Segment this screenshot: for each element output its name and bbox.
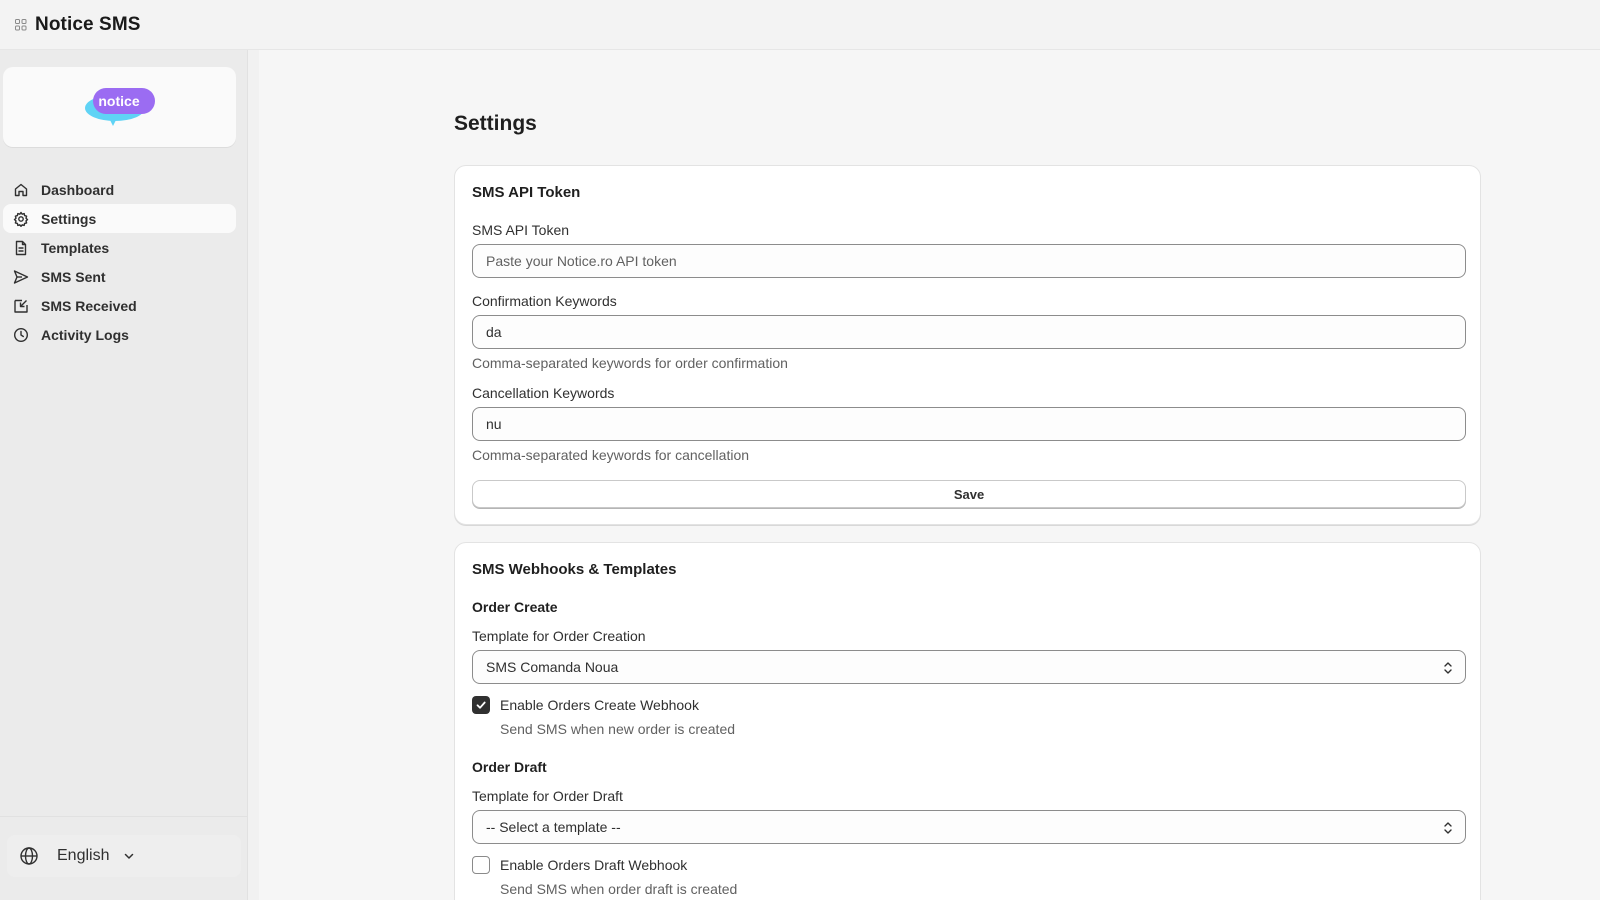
- checkbox-label: Enable Orders Draft Webhook: [500, 857, 688, 873]
- confirmation-keywords-input[interactable]: [472, 315, 1466, 349]
- api-token-input[interactable]: [472, 244, 1466, 278]
- checkbox-unchecked[interactable]: [472, 856, 490, 874]
- order-create-heading: Order Create: [472, 599, 558, 615]
- order-draft-template-select[interactable]: -- Select a template --: [472, 810, 1466, 844]
- checkbox-label: Enable Orders Create Webhook: [500, 697, 699, 713]
- sidebar-item-dashboard[interactable]: Dashboard: [3, 175, 236, 204]
- orders-create-webhook-checkbox[interactable]: Enable Orders Create Webhook: [472, 696, 699, 714]
- send-icon: [13, 269, 29, 284]
- sidebar-item-activity-logs[interactable]: Activity Logs: [3, 320, 236, 349]
- webhooks-templates-card: SMS Webhooks & Templates Order Create Te…: [454, 542, 1481, 900]
- clock-icon: [13, 327, 29, 342]
- select-arrows-icon: [1444, 822, 1452, 834]
- sidebar-item-sms-received[interactable]: SMS Received: [3, 291, 236, 320]
- order-create-template-select[interactable]: SMS Comanda Noua: [472, 650, 1466, 684]
- cancellation-keywords-help: Comma-separated keywords for cancellatio…: [472, 447, 750, 463]
- svg-text:notice: notice: [98, 93, 139, 109]
- gear-icon: [13, 211, 29, 227]
- sidebar-nav: Dashboard Settings Templates SMS Sent SM…: [3, 175, 236, 349]
- main-content: Settings SMS API Token SMS API Token Con…: [259, 50, 1600, 900]
- select-value: SMS Comanda Noua: [486, 659, 619, 675]
- chevron-down-icon: [125, 853, 134, 859]
- sidebar-item-label: Activity Logs: [41, 326, 129, 343]
- language-selector[interactable]: English: [7, 835, 241, 877]
- order-create-template-label: Template for Order Creation: [472, 628, 646, 644]
- orders-create-webhook-help: Send SMS when new order is created: [500, 721, 736, 737]
- cancellation-keywords-input[interactable]: [472, 407, 1466, 441]
- confirmation-keywords-help: Comma-separated keywords for order confi…: [472, 355, 788, 371]
- orders-draft-webhook-checkbox[interactable]: Enable Orders Draft Webhook: [472, 856, 687, 874]
- home-icon: [14, 183, 28, 196]
- checkmark-icon: [476, 701, 486, 709]
- document-icon: [15, 240, 27, 255]
- language-value: English: [57, 847, 110, 864]
- title-bar: Notice SMS: [0, 0, 1600, 50]
- sidebar-item-label: Settings: [41, 210, 97, 227]
- sidebar-item-sms-sent[interactable]: SMS Sent: [3, 262, 236, 291]
- order-draft-template-label: Template for Order Draft: [472, 788, 623, 804]
- sidebar-item-label: SMS Received: [41, 297, 137, 314]
- app-grid-icon: [14, 18, 28, 32]
- globe-icon: [20, 847, 38, 865]
- api-token-card: SMS API Token SMS API Token Confirmation…: [454, 165, 1481, 525]
- page-title: Settings: [454, 112, 537, 135]
- sidebar-item-settings[interactable]: Settings: [3, 204, 236, 233]
- language-bar: English: [0, 816, 248, 900]
- card-title: SMS API Token: [472, 184, 581, 201]
- sidebar: notice Dashboard Settings Templates SMS …: [0, 50, 248, 900]
- sidebar-item-label: Dashboard: [41, 181, 115, 198]
- select-value: -- Select a template --: [486, 819, 621, 835]
- inbox-icon: [14, 299, 28, 313]
- save-button[interactable]: Save: [472, 480, 1466, 508]
- logo-card: notice: [3, 67, 236, 147]
- checkbox-checked[interactable]: [472, 696, 490, 714]
- sidebar-item-label: Templates: [41, 239, 110, 256]
- card-title: SMS Webhooks & Templates: [472, 561, 677, 578]
- select-arrows-icon: [1444, 662, 1452, 674]
- token-label: SMS API Token: [472, 222, 570, 238]
- orders-draft-webhook-help: Send SMS when order draft is created: [500, 881, 738, 897]
- sidebar-item-label: SMS Sent: [41, 268, 106, 285]
- order-draft-heading: Order Draft: [472, 759, 547, 775]
- cancellation-keywords-label: Cancellation Keywords: [472, 385, 615, 401]
- sidebar-item-templates[interactable]: Templates: [3, 233, 236, 262]
- notice-logo: notice: [84, 88, 155, 126]
- app-title: Notice SMS: [35, 13, 141, 35]
- confirmation-keywords-label: Confirmation Keywords: [472, 293, 617, 309]
